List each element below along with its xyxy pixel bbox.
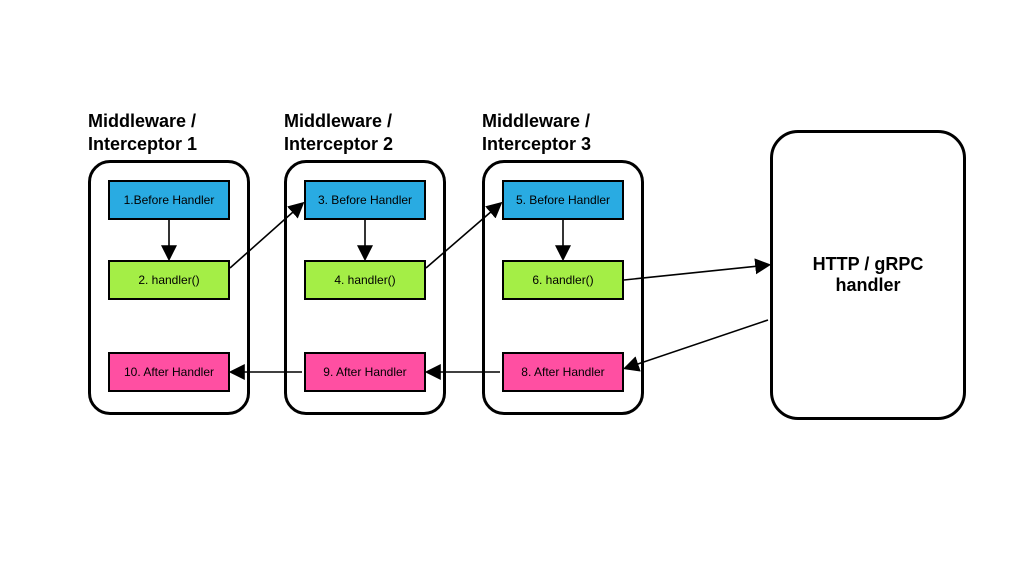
middleware-3-title: Middleware / Interceptor 3 <box>482 110 591 155</box>
mw1-before-handler-box: 1.Before Handler <box>108 180 230 220</box>
middleware-2-title: Middleware / Interceptor 2 <box>284 110 393 155</box>
mw3-before-handler-box: 5. Before Handler <box>502 180 624 220</box>
http-grpc-handler-box: HTTP / gRPC handler <box>770 130 966 420</box>
mw1-after-handler-box: 10. After Handler <box>108 352 230 392</box>
mw3-handler-box: 6. handler() <box>502 260 624 300</box>
middleware-1-title: Middleware / Interceptor 1 <box>88 110 197 155</box>
mw1-handler-box: 2. handler() <box>108 260 230 300</box>
arrow-mw3-handler-to-final <box>624 265 768 280</box>
diagram-canvas: Middleware / Interceptor 1 Middleware / … <box>0 0 1024 576</box>
mw3-after-handler-box: 8. After Handler <box>502 352 624 392</box>
arrow-final-to-mw3-after <box>626 320 768 368</box>
mw2-after-handler-box: 9. After Handler <box>304 352 426 392</box>
mw2-handler-box: 4. handler() <box>304 260 426 300</box>
mw2-before-handler-box: 3. Before Handler <box>304 180 426 220</box>
